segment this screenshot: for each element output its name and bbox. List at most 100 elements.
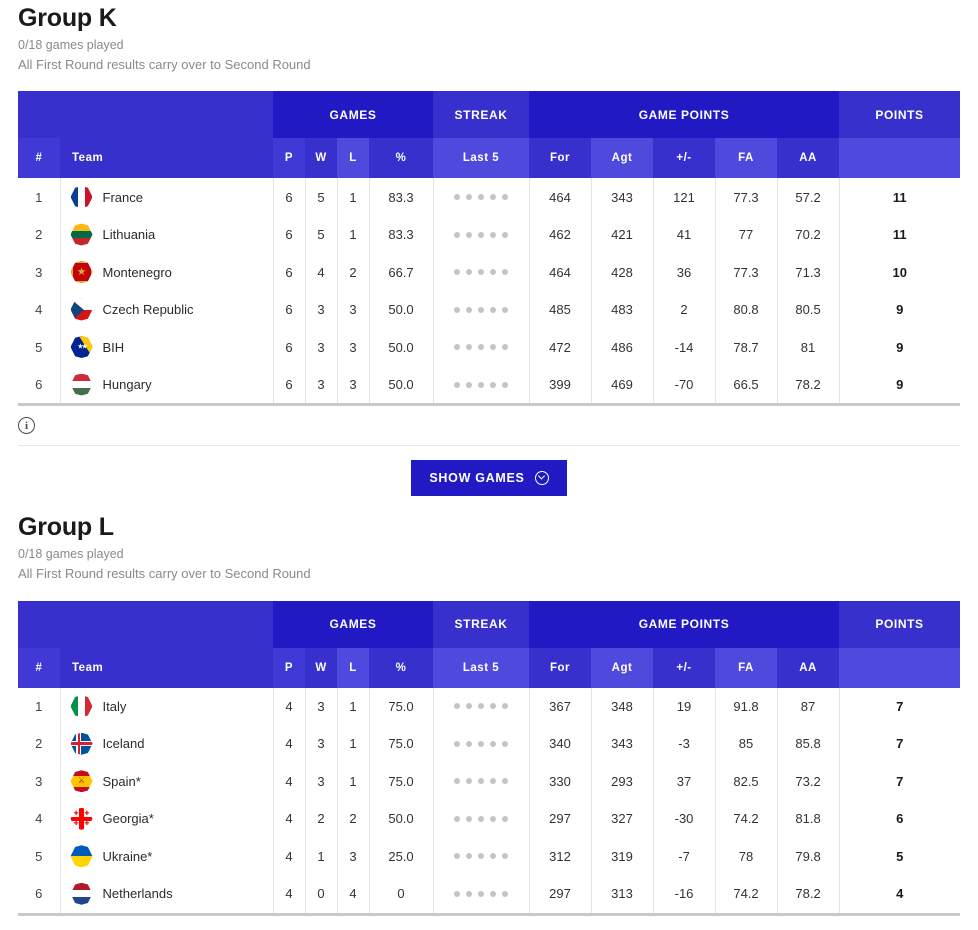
flag-hungary-icon bbox=[70, 373, 93, 396]
team-cell-content: Ukraine* bbox=[61, 845, 272, 868]
pct-cell: 50.0 bbox=[369, 800, 434, 838]
table-row[interactable]: 6 Hungary 6 3 3 50.0 399 469 -70 66.5 78.2 9 bbox=[18, 365, 960, 404]
column-header-[interactable]: # bbox=[18, 647, 60, 688]
team-cell[interactable]: ✚ ✚ ✚ ✚ Georgia* bbox=[60, 800, 274, 838]
rank-cell: 3 bbox=[18, 762, 61, 801]
column-header-agt[interactable]: Agt bbox=[591, 138, 654, 179]
flag-spain-icon: ⚔ bbox=[70, 770, 93, 793]
column-header-[interactable]: +/- bbox=[653, 647, 716, 688]
points-cell: 7 bbox=[839, 725, 960, 763]
table-row[interactable]: 5 ★★ BIH 6 3 3 50.0 472 486 -14 78.7 81 9 bbox=[18, 328, 960, 366]
team-cell[interactable]: France bbox=[60, 178, 274, 216]
flag-montenegro-icon: ★ bbox=[70, 261, 93, 284]
team-cell[interactable]: ★★ BIH bbox=[60, 328, 274, 366]
table-row[interactable]: 1 France 6 5 1 83.3 464 343 121 77.3 57.2 11 bbox=[18, 178, 960, 216]
l-cell: 1 bbox=[337, 725, 370, 763]
streak-cell bbox=[433, 253, 530, 291]
column-header-[interactable]: % bbox=[369, 647, 434, 688]
team-cell[interactable]: Czech Republic bbox=[60, 290, 274, 329]
team-cell[interactable]: Lithuania bbox=[60, 215, 274, 254]
fa-cell: 85 bbox=[715, 725, 778, 763]
column-header-points-value[interactable] bbox=[839, 647, 960, 688]
column-header-agt[interactable]: Agt bbox=[591, 647, 654, 688]
streak-dot bbox=[502, 344, 509, 351]
column-header-for[interactable]: For bbox=[529, 138, 592, 179]
streak-dot bbox=[466, 344, 473, 351]
streak-dot bbox=[502, 815, 509, 822]
p-cell: 4 bbox=[273, 875, 306, 913]
rank-cell: 2 bbox=[18, 725, 61, 763]
column-header-last-5[interactable]: Last 5 bbox=[433, 647, 530, 688]
table-row[interactable]: 3 ★ Montenegro 6 4 2 66.7 464 428 36 77.3 71.3 10 bbox=[18, 253, 960, 291]
streak-dot bbox=[454, 703, 461, 710]
team-name: Iceland bbox=[102, 736, 145, 752]
info-circle-icon[interactable]: i bbox=[18, 417, 35, 435]
streak-dot bbox=[466, 381, 473, 388]
show-games-button[interactable]: SHOW GAMES bbox=[411, 459, 567, 496]
column-header-w[interactable]: W bbox=[305, 138, 337, 179]
fa-cell: 77.3 bbox=[715, 253, 778, 291]
show-games-label: SHOW GAMES bbox=[429, 470, 525, 485]
column-header-[interactable]: # bbox=[18, 138, 60, 179]
table-row[interactable]: 4 Czech Republic 6 3 3 50.0 485 483 2 80.8 80.5 9 bbox=[18, 290, 960, 329]
column-header-p[interactable]: P bbox=[273, 138, 305, 179]
streak-dot bbox=[454, 381, 461, 388]
points-cell: 4 bbox=[839, 875, 960, 913]
team-cell-content: Lithuania bbox=[61, 223, 272, 246]
column-header-l[interactable]: L bbox=[337, 647, 369, 688]
table-row[interactable]: 4 ✚ ✚ ✚ ✚ Georgia* 4 2 2 50.0 297 327 -30 74.2 81.8 6 bbox=[18, 800, 960, 838]
team-cell[interactable]: Netherlands bbox=[60, 875, 274, 913]
streak-dot bbox=[490, 815, 497, 822]
column-header-fa[interactable]: FA bbox=[715, 647, 778, 688]
for-cell: 462 bbox=[529, 215, 592, 254]
fa-cell: 82.5 bbox=[715, 762, 778, 801]
streak-dot bbox=[478, 231, 485, 238]
for-cell: 472 bbox=[529, 328, 592, 366]
column-header-team[interactable]: Team bbox=[60, 647, 273, 688]
column-header-fa[interactable]: FA bbox=[715, 138, 778, 179]
agt-cell: 428 bbox=[591, 253, 654, 291]
column-header-aa[interactable]: AA bbox=[777, 647, 840, 688]
team-name: Netherlands bbox=[102, 886, 173, 902]
p-cell: 4 bbox=[273, 762, 306, 801]
column-header-points-value[interactable] bbox=[839, 138, 960, 179]
p-cell: 4 bbox=[273, 837, 306, 876]
column-header-[interactable]: % bbox=[369, 138, 434, 179]
standings-table-wrapper: GAMES STREAK GAME POINTS POINTS # Team P W L% Las… bbox=[18, 600, 960, 916]
w-cell: 4 bbox=[305, 253, 338, 291]
team-cell[interactable]: Italy bbox=[60, 687, 274, 726]
column-header-team[interactable]: Team bbox=[60, 138, 273, 179]
team-cell[interactable]: Hungary bbox=[60, 365, 274, 404]
team-cell[interactable]: ★ Montenegro bbox=[60, 253, 274, 291]
streak-dots bbox=[435, 306, 528, 313]
column-group-blank bbox=[18, 600, 273, 648]
table-row[interactable]: 6 Netherlands 4 0 4 0 297 313 -16 74.2 78.2 4 bbox=[18, 875, 960, 913]
column-header-[interactable]: +/- bbox=[653, 138, 716, 179]
column-header-w[interactable]: W bbox=[305, 647, 337, 688]
column-header-for[interactable]: For bbox=[529, 647, 592, 688]
table-row[interactable]: 3 ⚔ Spain* 4 3 1 75.0 330 293 37 82.5 73.2 7 bbox=[18, 762, 960, 801]
team-name: Czech Republic bbox=[102, 302, 194, 318]
rank-cell: 5 bbox=[18, 328, 61, 366]
table-row[interactable]: 2 Iceland 4 3 1 75.0 340 343 -3 85 85.8 7 bbox=[18, 725, 960, 763]
table-row[interactable]: 1 Italy 4 3 1 75.0 367 348 19 91.8 87 7 bbox=[18, 687, 960, 726]
column-header-aa[interactable]: AA bbox=[777, 138, 840, 179]
agt-cell: 421 bbox=[591, 215, 654, 254]
table-row[interactable]: 5 Ukraine* 4 1 3 25.0 312 319 -7 78 79.8 5 bbox=[18, 837, 960, 876]
column-header-last-5[interactable]: Last 5 bbox=[433, 138, 530, 179]
column-group-game-points: GAME POINTS bbox=[529, 600, 840, 648]
column-header-p[interactable]: P bbox=[273, 647, 305, 688]
l-cell: 3 bbox=[337, 365, 370, 404]
streak-dot bbox=[502, 231, 509, 238]
streak-dot bbox=[490, 703, 497, 710]
column-header-l[interactable]: L bbox=[337, 138, 369, 179]
table-row[interactable]: 2 Lithuania 6 5 1 83.3 462 421 41 77 70.2 11 bbox=[18, 215, 960, 254]
team-cell[interactable]: ⚔ Spain* bbox=[60, 762, 274, 801]
diff-cell: -70 bbox=[653, 365, 716, 404]
team-cell[interactable]: Ukraine* bbox=[60, 837, 274, 876]
l-cell: 1 bbox=[337, 762, 370, 801]
streak-cell bbox=[433, 800, 530, 838]
team-cell[interactable]: Iceland bbox=[60, 725, 274, 763]
aa-cell: 71.3 bbox=[777, 253, 840, 291]
team-name: Montenegro bbox=[102, 264, 172, 280]
